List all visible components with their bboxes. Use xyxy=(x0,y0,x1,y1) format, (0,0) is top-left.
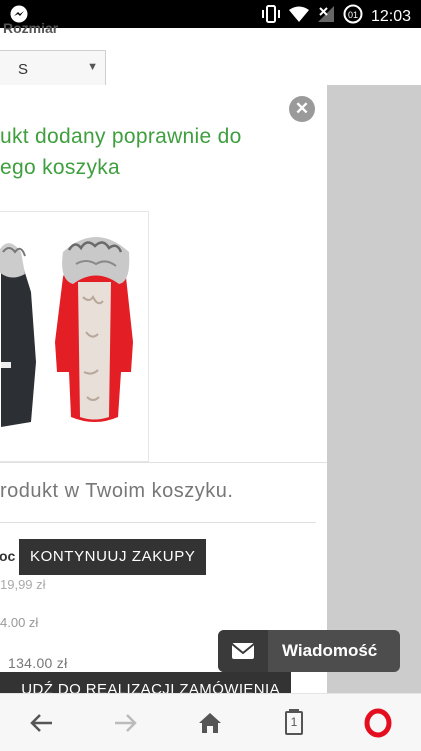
clock: 12:03 xyxy=(370,7,411,25)
size-select[interactable]: S ▼ xyxy=(0,50,106,88)
tabs-icon[interactable]: 1 xyxy=(274,708,314,738)
forward-arrow-icon[interactable] xyxy=(105,708,145,738)
size-label: Rozmiar xyxy=(3,20,59,36)
mail-icon xyxy=(218,630,268,672)
continue-shopping-button[interactable]: KONTYNUUJ ZAKUPY xyxy=(19,539,207,575)
title-line-1: ukt dodany poprawnie do xyxy=(0,125,242,148)
checkout-button[interactable]: UDŹ DO REALIZACJI ZAMÓWIENIA xyxy=(0,672,291,693)
no-signal-icon xyxy=(317,5,335,28)
cart-info-text: rodukt w Twoim koszyku. xyxy=(0,480,234,502)
size-value: S xyxy=(18,61,29,78)
status-bar: 01 12:03 xyxy=(0,0,421,28)
summary-label: oc xyxy=(0,548,16,564)
product-image xyxy=(0,211,149,462)
divider xyxy=(0,462,327,463)
svg-text:01: 01 xyxy=(348,10,358,20)
price-partial-2: 4.00 zł xyxy=(0,615,39,630)
vibrate-icon xyxy=(261,5,281,28)
tab-count: 1 xyxy=(290,715,298,729)
close-button[interactable]: ✕ xyxy=(289,96,315,122)
modal-title: ukt dodany poprawnie do ego koszyka xyxy=(0,121,305,183)
close-icon: ✕ xyxy=(294,99,310,118)
chevron-down-icon: ▼ xyxy=(87,61,98,73)
browser-bottom-bar: 1 xyxy=(0,693,421,751)
total-price: 134.00 zł xyxy=(8,655,68,671)
back-arrow-icon[interactable] xyxy=(22,708,62,738)
price-partial-1: 19,99 zł xyxy=(0,577,46,592)
message-label: Wiadomość xyxy=(282,641,378,660)
cart-modal: ✕ ukt dodany poprawnie do ego koszyka ro… xyxy=(0,85,327,693)
home-icon[interactable] xyxy=(190,708,230,738)
opera-icon[interactable] xyxy=(358,708,398,738)
data-saver-icon: 01 xyxy=(343,4,363,29)
title-line-2: ego koszyka xyxy=(0,156,121,179)
wifi-icon xyxy=(288,6,309,27)
message-widget[interactable]: Wiadomość xyxy=(218,630,400,672)
divider xyxy=(0,522,316,523)
